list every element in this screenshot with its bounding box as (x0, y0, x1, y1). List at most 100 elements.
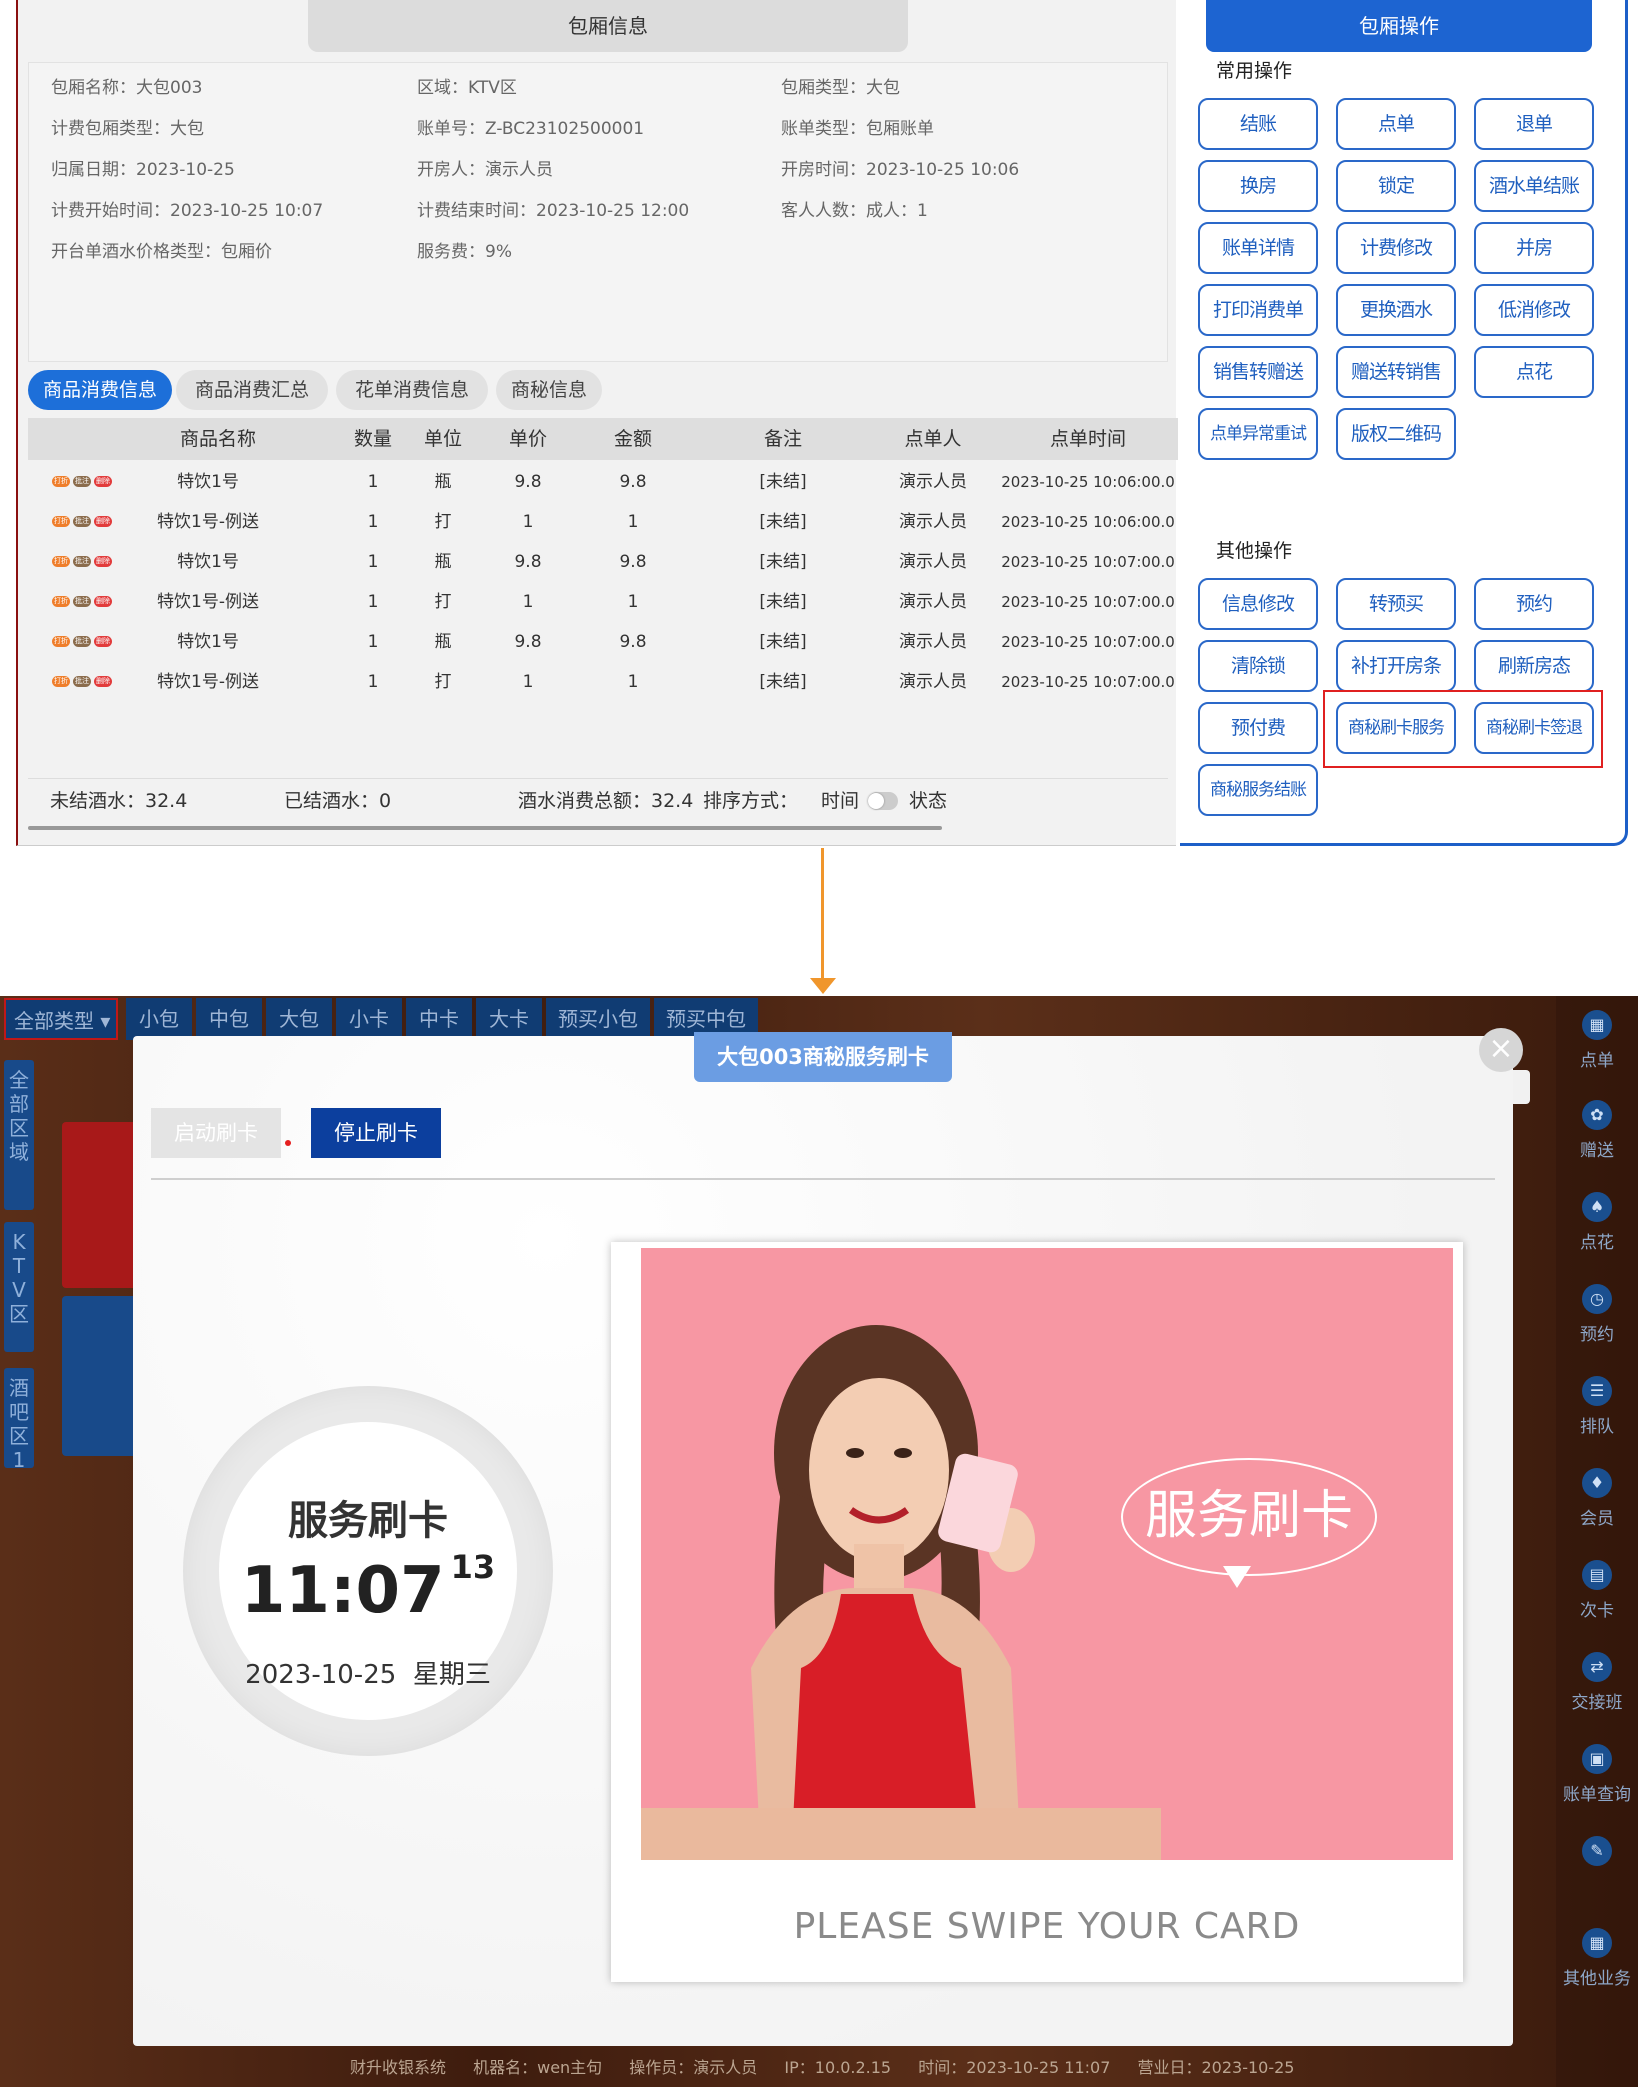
type-tab-prebuy-small[interactable]: 预买小包 (546, 998, 650, 1040)
table-row[interactable]: 打折 批注 删除 特饮1号 1 瓶 9.8 9.8 [未结] 演示人员 2023-10-25 10:… (28, 542, 1178, 582)
row-tag-delete[interactable]: 删除 (94, 636, 112, 647)
table-row[interactable]: 打折 批注 删除 特饮1号-例送 1 打 1 1 [未结] 演示人员 2023-10-25 10:0… (28, 502, 1178, 542)
all-type-dropdown[interactable]: 全部类型 ▾ (4, 998, 118, 1040)
min-spend-edit-button[interactable]: 低消修改 (1474, 284, 1594, 336)
type-tab-small-booth[interactable]: 小卡 (336, 998, 402, 1040)
rail-gift[interactable]: ✿ 赠送 (1556, 1100, 1638, 1161)
lock-button[interactable]: 锁定 (1336, 160, 1456, 212)
bill-detail-button[interactable]: 账单详情 (1198, 222, 1318, 274)
cell-order-time: 2023-10-25 10:06:00.0 (1001, 473, 1175, 491)
sort-toggle[interactable] (868, 792, 898, 810)
row-tag-delete[interactable]: 删除 (94, 476, 112, 487)
room-card[interactable] (62, 1122, 142, 1288)
rail-member[interactable]: ♦ 会员 (1556, 1468, 1638, 1529)
merge-room-button[interactable]: 并房 (1474, 222, 1594, 274)
row-action-tags: 打折 批注 删除 (52, 556, 115, 570)
row-tag-discount[interactable]: 打折 (52, 636, 70, 647)
tab-secretary-info[interactable]: 商秘信息 (496, 370, 602, 410)
rail-shift-handover[interactable]: ⇄ 交接班 (1556, 1652, 1638, 1713)
type-tab-large-booth[interactable]: 大卡 (476, 998, 542, 1040)
rail-queue[interactable]: ☰ 排队 (1556, 1376, 1638, 1437)
tab-goods-summary[interactable]: 商品消费汇总 (176, 370, 328, 410)
secretary-service-checkout-button[interactable]: 商秘服务结账 (1198, 764, 1318, 816)
highlight-annotation (1323, 690, 1603, 768)
info-edit-button[interactable]: 信息修改 (1198, 578, 1318, 630)
cell-unit-price: 9.8 (514, 632, 542, 652)
tab-goods-consumption[interactable]: 商品消费信息 (28, 370, 172, 410)
table-row[interactable]: 打折 批注 删除 特饮1号-例送 1 打 1 1 [未结] 演示人员 2023-10-25 10:0… (28, 582, 1178, 622)
row-tag-delete[interactable]: 删除 (94, 596, 112, 607)
type-tab-medium-booth[interactable]: 中卡 (406, 998, 472, 1040)
common-ops-label: 常用操作 (1216, 60, 1293, 82)
field-opener: 开房人：演示人员 (417, 160, 553, 180)
area-tab-all[interactable]: 全部区域 (4, 1060, 34, 1210)
cell-amount: 9.8 (619, 632, 647, 652)
return-order-button[interactable]: 退单 (1474, 98, 1594, 150)
order-flower-button[interactable]: 点花 (1474, 346, 1594, 398)
row-tag-delete[interactable]: 删除 (94, 556, 112, 567)
clock-weekday: 星期三 (412, 1660, 491, 1690)
order-button[interactable]: 点单 (1336, 98, 1456, 150)
billing-edit-button[interactable]: 计费修改 (1336, 222, 1456, 274)
checkout-button[interactable]: 结账 (1198, 98, 1318, 150)
cell-unit-price: 1 (522, 512, 534, 532)
row-tag-delete[interactable]: 删除 (94, 676, 112, 687)
rail-bill-query[interactable]: ▣ 账单查询 (1556, 1744, 1638, 1805)
clear-lock-button[interactable]: 清除锁 (1198, 640, 1318, 692)
copyright-qr-button[interactable]: 版权二维码 (1336, 408, 1456, 460)
row-tag-note[interactable]: 批注 (73, 676, 91, 687)
table-row[interactable]: 打折 批注 删除 特饮1号 1 瓶 9.8 9.8 [未结] 演示人员 2023-10-25 10:… (28, 462, 1178, 502)
rail-count-card[interactable]: ▤ 次卡 (1556, 1560, 1638, 1621)
type-tab-large[interactable]: 大包 (266, 998, 332, 1040)
table-row[interactable]: 打折 批注 删除 特饮1号 1 瓶 9.8 9.8 [未结] 演示人员 2023-10-25 10:… (28, 622, 1178, 662)
type-tab-medium[interactable]: 中包 (196, 998, 262, 1040)
rail-reserve[interactable]: ◷ 预约 (1556, 1284, 1638, 1345)
rail-order[interactable]: ▦ 点单 (1556, 1010, 1638, 1071)
change-drinks-button[interactable]: 更换酒水 (1336, 284, 1456, 336)
sale-to-gift-button[interactable]: 销售转赠送 (1198, 346, 1318, 398)
cell-order-time: 2023-10-25 10:07:00.0 (1001, 553, 1175, 571)
row-tag-delete[interactable]: 删除 (94, 516, 112, 527)
gift-to-sale-button[interactable]: 赠送转销售 (1336, 346, 1456, 398)
reserve-button[interactable]: 预约 (1474, 578, 1594, 630)
table-row[interactable]: 打折 批注 删除 特饮1号-例送 1 打 1 1 [未结] 演示人员 2023-10-25 10:0… (28, 662, 1178, 702)
stop-swipe-button[interactable]: 停止刷卡 (311, 1108, 441, 1158)
order-retry-button[interactable]: 点单异常重试 (1198, 408, 1318, 460)
area-all-label: 全部区域 (9, 1068, 29, 1164)
area-tab-bar[interactable]: 酒吧区1 (4, 1368, 34, 1472)
area-tab-ktv[interactable]: KTV区 (4, 1222, 34, 1352)
more-business-icon: ▦ (1582, 1928, 1612, 1958)
row-tag-note[interactable]: 批注 (73, 556, 91, 567)
row-tag-discount[interactable]: 打折 (52, 476, 70, 487)
rail-more-business[interactable]: ▦ 其他业务 (1556, 1928, 1638, 1989)
start-swipe-button[interactable]: 启动刷卡 (151, 1108, 281, 1158)
area-ktv-label: KTV区 (9, 1230, 29, 1326)
row-tag-note[interactable]: 批注 (73, 636, 91, 647)
row-tag-discount[interactable]: 打折 (52, 676, 70, 687)
all-type-label: 全部类型 (14, 1009, 94, 1033)
row-tag-note[interactable]: 批注 (73, 596, 91, 607)
tab-flower-consumption[interactable]: 花单消费信息 (336, 370, 488, 410)
refresh-status-button[interactable]: 刷新房态 (1474, 640, 1594, 692)
to-prebuy-button[interactable]: 转预买 (1336, 578, 1456, 630)
row-tag-discount[interactable]: 打折 (52, 556, 70, 567)
close-icon[interactable]: × (1479, 1028, 1523, 1072)
drink-bill-checkout-button[interactable]: 酒水单结账 (1474, 160, 1594, 212)
room-card[interactable] (62, 1296, 142, 1456)
row-tag-discount[interactable]: 打折 (52, 596, 70, 607)
row-tag-discount[interactable]: 打折 (52, 516, 70, 527)
change-room-button[interactable]: 换房 (1198, 160, 1318, 212)
print-bill-button[interactable]: 打印消费单 (1198, 284, 1318, 336)
col-unit: 单位 (423, 428, 462, 450)
type-tab-small[interactable]: 小包 (126, 998, 192, 1040)
rail-edit[interactable]: ✎ (1556, 1836, 1638, 1866)
row-tag-note[interactable]: 批注 (73, 516, 91, 527)
horizontal-scrollbar[interactable] (28, 826, 942, 830)
row-tag-note[interactable]: 批注 (73, 476, 91, 487)
rail-label: 会员 (1580, 1509, 1614, 1529)
reprint-open-slip-button[interactable]: 补打开房条 (1336, 640, 1456, 692)
rail-flower[interactable]: ♠ 点花 (1556, 1192, 1638, 1253)
cell-unit-price: 9.8 (514, 472, 542, 492)
rail-label: 预约 (1580, 1325, 1614, 1345)
prepay-button[interactable]: 预付费 (1198, 702, 1318, 754)
